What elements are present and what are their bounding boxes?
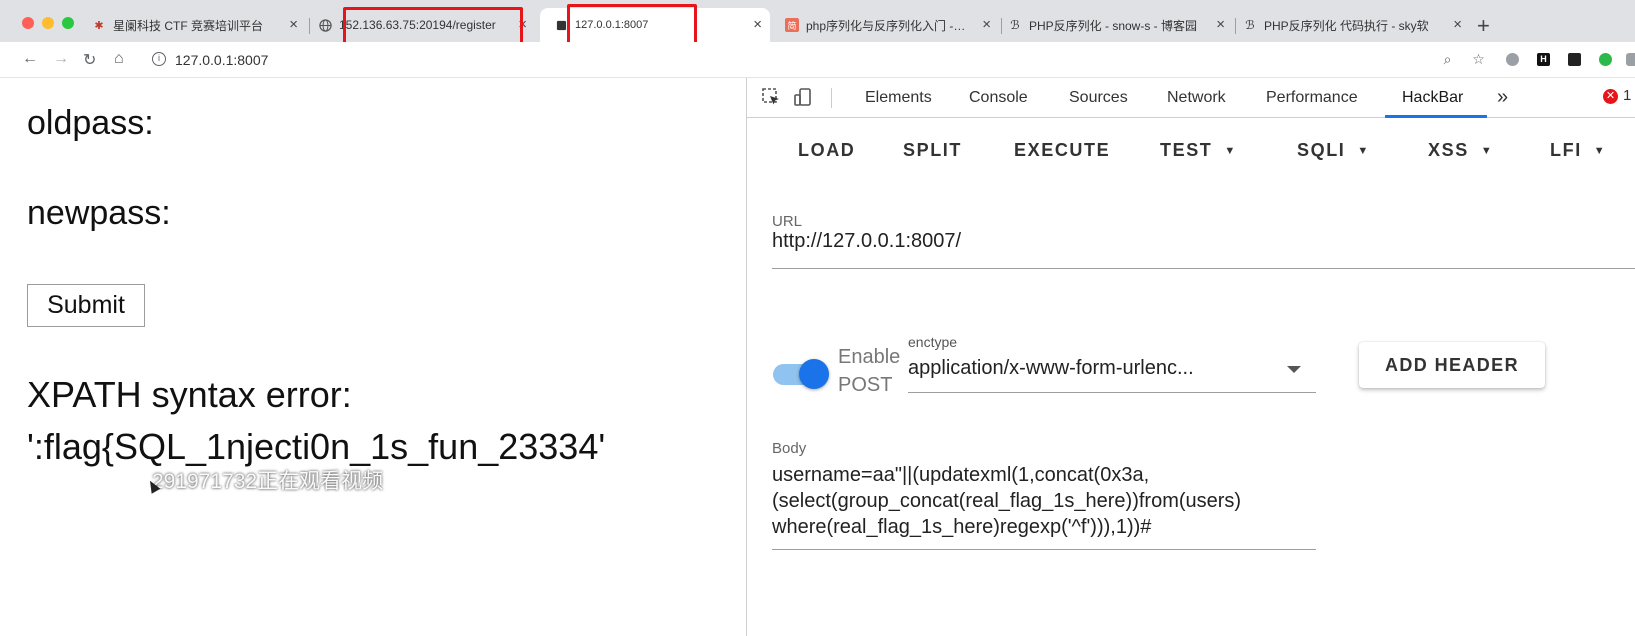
enctype-select[interactable]: application/x-www-form-urlenc...	[908, 357, 1194, 380]
inspect-element-icon[interactable]	[761, 87, 781, 107]
enable-post-toggle-knob[interactable]	[799, 359, 829, 389]
close-window-button[interactable]	[22, 17, 34, 29]
site-info-icon[interactable]: i	[152, 52, 166, 66]
globe-icon	[318, 18, 332, 32]
bug-icon: ✱	[94, 19, 104, 32]
body-underline	[772, 549, 1316, 550]
extension-green-icon[interactable]	[1598, 52, 1613, 67]
add-header-button[interactable]: ADD HEADER	[1359, 342, 1545, 388]
cnblogs-icon: ℬ	[1010, 18, 1020, 32]
chevron-down-icon: ▼	[1593, 145, 1607, 157]
tab-ctf-platform[interactable]: ✱ 星阑科技 CTF 竞赛培训平台 ×	[92, 8, 304, 42]
hackbar-xss-dropdown[interactable]: XSS ▼	[1428, 140, 1493, 161]
page-icon	[554, 18, 568, 32]
submit-button[interactable]: Submit	[27, 284, 145, 327]
devtools-panel: Elements Console Sources Network Perform…	[746, 78, 1635, 636]
tab-network[interactable]: Network	[1167, 89, 1226, 107]
hackbar-lfi-dropdown[interactable]: LFI ▼	[1550, 140, 1606, 161]
error-message-line2: ':flag{SQL_1njecti0n_1s_fun_23334'	[27, 426, 606, 467]
error-message-line1: XPATH syntax error:	[27, 374, 352, 415]
hackbar-extension-icon[interactable]: H	[1536, 52, 1551, 67]
tab-cnblogs-1[interactable]: ℬ PHP反序列化 - snow-s - 博客园 ×	[1008, 8, 1231, 42]
newpass-label: newpass:	[27, 194, 171, 232]
maximize-window-button[interactable]	[62, 17, 74, 29]
close-icon[interactable]: ×	[1216, 17, 1225, 32]
zoom-icon[interactable]: ⌕	[1440, 51, 1455, 67]
url-input[interactable]: http://127.0.0.1:8007/	[772, 230, 961, 253]
address-bar[interactable]: 127.0.0.1:8007	[175, 52, 268, 68]
url-label: URL	[772, 213, 803, 230]
body-textarea[interactable]: username=aa"||(updatexml(1,concat(0x3a, …	[772, 462, 1332, 540]
close-icon[interactable]: ×	[289, 17, 298, 32]
hackbar-execute-button[interactable]: EXECUTE	[1014, 140, 1110, 161]
tab-console[interactable]: Console	[969, 89, 1028, 107]
forward-icon[interactable]: →	[53, 50, 69, 68]
extension-grey-icon[interactable]	[1505, 52, 1520, 67]
web-page: oldpass: newpass: Submit XPATH syntax er…	[0, 78, 746, 636]
tab-performance[interactable]: Performance	[1266, 89, 1358, 107]
chevron-down-icon: ▼	[1357, 145, 1370, 157]
highlight-box-register	[343, 7, 523, 47]
error-count: 1	[1623, 87, 1632, 104]
extension-grey-icon-2[interactable]	[1624, 52, 1635, 67]
hackbar-sqli-dropdown[interactable]: SQLI ▼	[1297, 140, 1370, 161]
body-label: Body	[772, 440, 807, 457]
new-tab-button[interactable]: +	[1477, 13, 1490, 39]
close-icon[interactable]: ×	[753, 17, 762, 32]
enctype-underline	[908, 392, 1316, 393]
tab-hackbar[interactable]: HackBar	[1402, 89, 1463, 107]
browser-toolbar: ← → ↻ ⌂ i 127.0.0.1:8007 ⌕ ☆ H	[0, 42, 1635, 78]
viewer-watermark: 291971732正在观看视频	[152, 470, 384, 493]
oldpass-label: oldpass:	[27, 104, 154, 142]
minimize-window-button[interactable]	[42, 17, 54, 29]
enable-post-label: Enable POST	[838, 346, 901, 396]
tab-cnblogs-2[interactable]: ℬ PHP反序列化 代码执行 - sky软 ×	[1243, 8, 1468, 42]
cnblogs-icon: ℬ	[1245, 18, 1255, 32]
devtools-tab-bar: Elements Console Sources Network Perform…	[747, 78, 1635, 118]
extension-dark-icon[interactable]	[1567, 52, 1582, 67]
hackbar-test-dropdown[interactable]: TEST ▼	[1160, 140, 1237, 161]
close-icon[interactable]: ×	[982, 17, 991, 32]
chevron-down-icon: ▼	[1224, 145, 1237, 157]
chevron-down-icon[interactable]	[1287, 366, 1301, 373]
tab-jianshu[interactable]: 简 php序列化与反序列化入门 - 简书 ×	[785, 8, 997, 42]
jianshu-icon: 简	[785, 18, 799, 32]
tab-elements[interactable]: Elements	[865, 89, 932, 107]
reload-icon[interactable]: ↻	[83, 50, 96, 70]
bookmark-star-icon[interactable]: ☆	[1471, 51, 1486, 67]
more-tabs-icon[interactable]: »	[1497, 86, 1508, 109]
hackbar-split-button[interactable]: SPLIT	[903, 140, 962, 161]
active-tab-indicator	[1385, 115, 1487, 118]
close-icon[interactable]: ×	[1453, 17, 1462, 32]
device-toolbar-icon[interactable]	[793, 87, 813, 107]
hackbar-load-button[interactable]: LOAD	[798, 140, 855, 161]
tab-strip: ✱ 星阑科技 CTF 竞赛培训平台 × 152.136.63.75:20194/…	[0, 0, 1635, 48]
error-icon[interactable]: ✕	[1603, 89, 1618, 104]
back-icon[interactable]: ←	[22, 50, 38, 68]
enctype-label: enctype	[908, 334, 958, 350]
home-icon[interactable]: ⌂	[114, 50, 124, 68]
chevron-down-icon: ▼	[1480, 145, 1494, 157]
url-underline	[772, 268, 1635, 269]
tab-sources[interactable]: Sources	[1069, 89, 1128, 107]
